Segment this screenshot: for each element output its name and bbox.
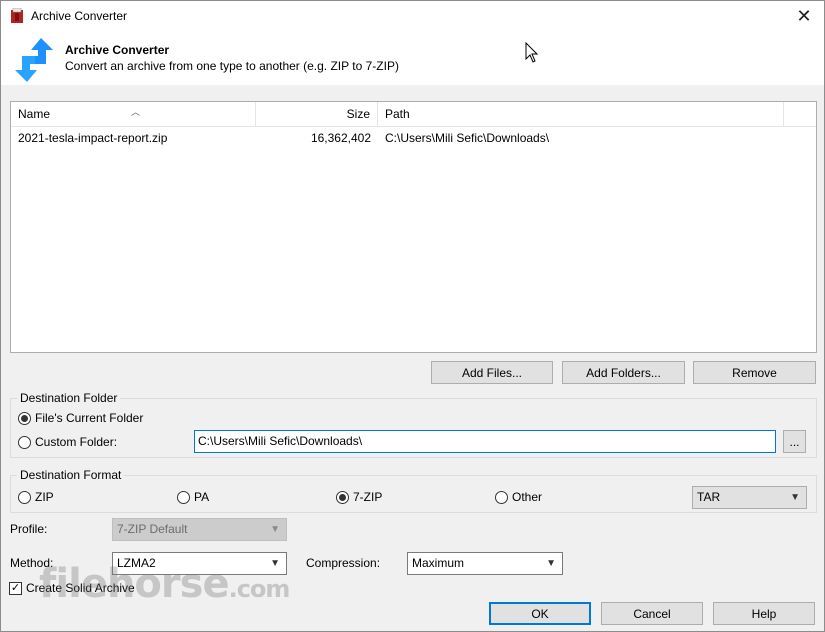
archive-converter-icon: [11, 8, 23, 23]
profile-select: 7-ZIP Default ▼: [112, 518, 287, 541]
dialog-header: Archive Converter Convert an archive fro…: [1, 31, 824, 85]
column-header-name[interactable]: Name ︿: [11, 102, 256, 127]
close-icon: ✕: [796, 5, 812, 26]
window-title: Archive Converter: [31, 9, 128, 23]
radio-unselected-icon: [177, 490, 190, 504]
profile-label: Profile:: [10, 522, 48, 536]
header-title: Archive Converter: [65, 43, 170, 57]
file-current-folder-radio[interactable]: File's Current Folder: [18, 411, 143, 425]
chevron-down-icon: ▼: [546, 558, 556, 569]
mouse-pointer-icon: [525, 42, 539, 63]
cancel-button[interactable]: Cancel: [601, 602, 703, 625]
chevron-down-icon: ▼: [270, 558, 280, 569]
file-name-cell: 2021-tesla-impact-report.zip: [18, 131, 168, 145]
format-zip-radio[interactable]: ZIP: [18, 490, 54, 504]
column-header-size[interactable]: Size: [256, 102, 378, 127]
header-subtitle: Convert an archive from one type to anot…: [65, 59, 399, 73]
remove-button[interactable]: Remove: [693, 361, 816, 384]
custom-folder-radio[interactable]: Custom Folder:: [18, 435, 117, 449]
file-path-cell: C:\Users\Mili Sefic\Downloads\: [385, 131, 550, 145]
destination-format-label: Destination Format: [17, 468, 125, 482]
radio-selected-icon: [336, 490, 349, 504]
file-size-cell: 16,362,402: [310, 131, 371, 145]
format-7zip-radio[interactable]: 7-ZIP: [336, 490, 382, 504]
radio-unselected-icon: [495, 490, 508, 504]
custom-folder-input[interactable]: C:\Users\Mili Sefic\Downloads\: [194, 430, 776, 453]
check-icon: ✓: [9, 581, 22, 595]
sort-ascending-icon: ︿: [131, 107, 141, 117]
chevron-down-icon: ▼: [270, 524, 280, 535]
format-other-radio[interactable]: Other: [495, 490, 542, 504]
file-list[interactable]: Name ︿ Size Path 2021-tesla-impact-repor…: [10, 101, 817, 353]
add-folders-button[interactable]: Add Folders...: [562, 361, 685, 384]
column-header-path[interactable]: Path: [378, 102, 784, 127]
add-files-button[interactable]: Add Files...: [431, 361, 553, 384]
create-solid-archive-checkbox[interactable]: ✓ Create Solid Archive: [9, 581, 135, 595]
chevron-down-icon: ▼: [790, 492, 800, 503]
table-row[interactable]: 2021-tesla-impact-report.zip 16,362,402 …: [11, 128, 816, 148]
compression-select[interactable]: Maximum ▼: [407, 552, 563, 575]
radio-unselected-icon: [18, 490, 31, 504]
destination-folder-label: Destination Folder: [17, 391, 121, 405]
other-format-select[interactable]: TAR ▼: [692, 486, 807, 509]
method-label: Method:: [10, 556, 54, 570]
radio-selected-icon: [18, 411, 31, 425]
radio-unselected-icon: [18, 435, 31, 449]
format-pa-radio[interactable]: PA: [177, 490, 209, 504]
close-button[interactable]: ✕: [784, 1, 824, 31]
title-bar: Archive Converter ✕: [1, 1, 824, 31]
convert-arrows-icon: [15, 38, 53, 82]
archive-converter-window: Archive Converter ✕ Archive Converter Co…: [0, 0, 825, 632]
method-select[interactable]: LZMA2 ▼: [112, 552, 287, 575]
ok-button[interactable]: OK: [489, 602, 591, 625]
file-list-header: Name ︿ Size Path: [11, 102, 816, 127]
help-button[interactable]: Help: [713, 602, 815, 625]
compression-label: Compression:: [306, 556, 381, 570]
browse-folder-button[interactable]: ...: [783, 430, 806, 453]
